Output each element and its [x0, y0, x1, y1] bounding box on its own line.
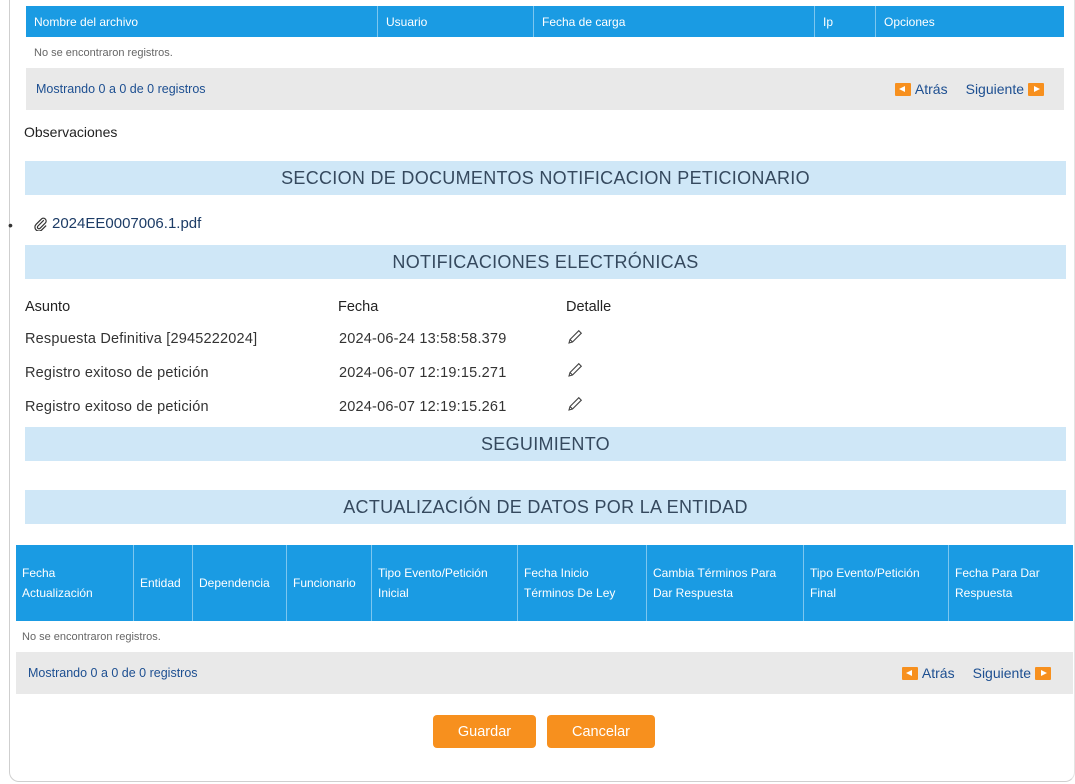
column-header-fecha-inicio[interactable]: Fecha Inicio Términos De Ley [518, 545, 647, 621]
arrow-left-icon [901, 666, 918, 680]
next-button[interactable]: Siguiente [966, 81, 1044, 97]
next-label: Siguiente [965, 81, 1024, 97]
column-header-options[interactable]: Opciones [876, 6, 1064, 37]
next-label: Siguiente [972, 665, 1031, 681]
previous-label: Atrás [914, 81, 948, 97]
column-header-upload-date[interactable]: Fecha de carga [534, 6, 815, 37]
notification-fecha: 2024-06-07 12:19:15.271 [339, 365, 507, 381]
pencil-icon[interactable] [567, 329, 583, 345]
previous-label: Atrás [921, 665, 955, 681]
column-header-fecha-actualizacion[interactable]: Fecha Actualización [16, 545, 134, 621]
column-header-cambia-terminos[interactable]: Cambia Términos Para Dar Respuesta [647, 545, 804, 621]
pager-info: Mostrando 0 a 0 de 0 registros [28, 666, 198, 680]
pencil-icon[interactable] [567, 396, 583, 412]
list-bullet: • [8, 217, 13, 233]
column-header-fecha-respuesta[interactable]: Fecha Para Dar Respuesta [949, 545, 1073, 621]
notification-fecha: 2024-06-24 13:58:58.379 [339, 331, 507, 347]
section-actualizacion-header: ACTUALIZACIÓN DE DATOS POR LA ENTIDAD [25, 490, 1066, 524]
cancel-button[interactable]: Cancelar [547, 715, 655, 748]
update-table-header: Fecha Actualización Entidad Dependencia … [16, 545, 1073, 621]
previous-button[interactable]: Atrás [901, 665, 955, 681]
files-table: Nombre del archivo Usuario Fecha de carg… [26, 6, 1064, 110]
arrow-right-icon [1035, 666, 1051, 680]
document-link[interactable]: 2024EE0007006.1.pdf [33, 215, 201, 232]
notification-fecha: 2024-06-07 12:19:15.261 [339, 399, 507, 415]
header-fecha: Fecha [338, 299, 379, 315]
notification-asunto: Registro exitoso de petición [25, 365, 209, 381]
arrow-left-icon [894, 82, 911, 96]
section-documents-header: SECCION DE DOCUMENTOS NOTIFICACION PETIC… [25, 161, 1066, 195]
column-header-user[interactable]: Usuario [378, 6, 534, 37]
save-button[interactable]: Guardar [433, 715, 536, 748]
section-seguimiento-header: SEGUIMIENTO [25, 427, 1066, 461]
column-header-tipo-final[interactable]: Tipo Evento/Petición Final [804, 545, 949, 621]
empty-message: No se encontraron registros. [34, 46, 173, 59]
column-header-dependencia[interactable]: Dependencia [193, 545, 287, 621]
arrow-right-icon [1028, 82, 1044, 96]
next-button[interactable]: Siguiente [973, 665, 1051, 681]
pager-info: Mostrando 0 a 0 de 0 registros [36, 82, 206, 96]
empty-message: No se encontraron registros. [22, 630, 161, 643]
observaciones-label: Observaciones [24, 124, 118, 140]
header-detalle: Detalle [566, 299, 612, 315]
update-pager: Mostrando 0 a 0 de 0 registros Atrás Sig… [16, 652, 1073, 694]
header-asunto: Asunto [25, 299, 71, 315]
paperclip-icon [34, 217, 47, 231]
notification-asunto: Respuesta Definitiva [2945222024] [25, 331, 258, 347]
column-header-ip[interactable]: Ip [815, 6, 876, 37]
files-pager: Mostrando 0 a 0 de 0 registros Atrás Sig… [26, 68, 1064, 110]
section-notifications-header: NOTIFICACIONES ELECTRÓNICAS [25, 245, 1066, 279]
column-header-entidad[interactable]: Entidad [134, 545, 193, 621]
column-header-filename[interactable]: Nombre del archivo [26, 6, 378, 37]
previous-button[interactable]: Atrás [894, 81, 948, 97]
document-filename: 2024EE0007006.1.pdf [52, 215, 202, 232]
column-header-funcionario[interactable]: Funcionario [287, 545, 372, 621]
pencil-icon[interactable] [567, 362, 583, 378]
files-table-header: Nombre del archivo Usuario Fecha de carg… [26, 6, 1064, 37]
column-header-tipo-inicial[interactable]: Tipo Evento/Petición Inicial [372, 545, 518, 621]
update-table: Fecha Actualización Entidad Dependencia … [16, 545, 1073, 694]
notification-asunto: Registro exitoso de petición [25, 399, 209, 415]
